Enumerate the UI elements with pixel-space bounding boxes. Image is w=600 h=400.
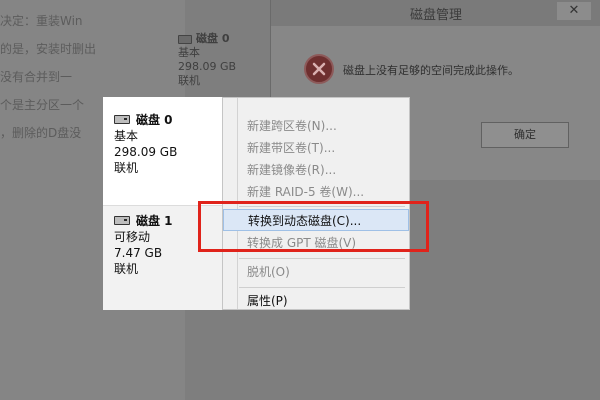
disk-icon [114,216,130,225]
disk-status: 联机 [114,262,139,276]
menu-item-properties[interactable]: 属性(P) [223,290,409,312]
menu-separator [239,287,405,288]
disk-0-block[interactable]: 磁盘 0 基本 298.09 GB 联机 [103,111,223,205]
disk-header: 磁盘 0 [114,111,223,128]
menu-item-new-raid5-volume[interactable]: 新建 RAID-5 卷(W)... [223,181,409,203]
menu-separator [239,258,405,259]
menu-item-new-striped-volume[interactable]: 新建带区卷(T)... [223,137,409,159]
bg-disk-header: 磁盘 0 [178,32,272,46]
disk-icon [114,115,130,124]
bg-text-line: 个是主分区一个 [0,98,85,112]
disk-name: 磁盘 0 [136,113,173,127]
dialog-titlebar: 磁盘管理 ✕ [271,0,600,26]
bg-disk-type: 基本 [178,46,200,59]
bg-text-line: 的是，安装时删出 [0,42,97,56]
dialog-message: 磁盘上没有足够的空间完成此操作。 [343,64,519,77]
bg-text-line: ，删除的D盘没 [0,126,82,140]
bg-disk-name: 磁盘 0 [196,32,230,45]
dialog-title: 磁盘管理 [409,8,462,23]
highlight-annotation-box [198,201,429,252]
bg-text-line: 决定：重装Win [0,14,83,28]
ok-button[interactable]: 确定 [481,122,569,148]
disk-status: 联机 [114,161,139,175]
disk-type: 基本 [114,129,139,143]
bg-disk-size: 298.09 GB [178,60,237,73]
close-icon[interactable]: ✕ [557,2,591,20]
bg-disk-status: 联机 [178,74,200,87]
menu-item-offline[interactable]: 脱机(O) [223,261,409,283]
error-icon [304,54,334,84]
bg-text-line: 没有合并到一 [0,70,73,84]
menu-item-new-spanned-volume[interactable]: 新建跨区卷(N)... [223,115,409,137]
menu-item-new-mirrored-volume[interactable]: 新建镜像卷(R)... [223,159,409,181]
disk-size: 298.09 GB [114,145,178,159]
bg-disk-info: 磁盘 0 基本 298.09 GB 联机 [178,32,272,96]
disk-icon [178,34,192,44]
disk-name: 磁盘 1 [136,214,173,228]
